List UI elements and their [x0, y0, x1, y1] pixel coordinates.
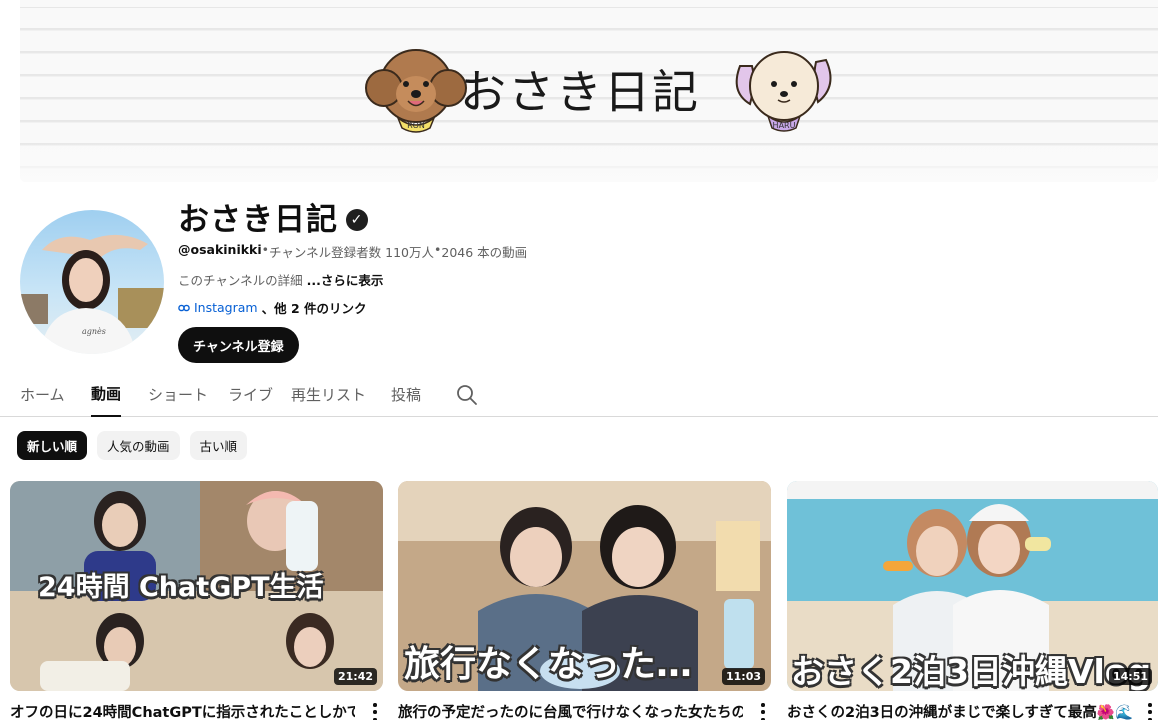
dog-collar-text: RON	[407, 121, 425, 130]
sort-chips: 新しい順 人気の動画 古い順	[17, 431, 248, 460]
tab-live[interactable]: ライブ	[228, 372, 273, 416]
channel-name: おさき日記 ✓	[178, 194, 368, 239]
video-card[interactable]: 24時間 ChatGPT生活 21:42 オフの日に24時間ChatGPTに指示…	[10, 481, 383, 720]
meta-separator: •	[261, 242, 270, 257]
video-thumbnail[interactable]: 旅行なくなった… 11:03	[398, 481, 771, 691]
other-links[interactable]: 、他 2 件のリンク	[262, 298, 367, 317]
chip-oldest[interactable]: 古い順	[189, 431, 248, 460]
dog-ron-illustration: RON	[365, 49, 467, 133]
tab-shorts[interactable]: ショート	[148, 372, 208, 416]
video-thumbnail[interactable]: 24時間 ChatGPT生活 21:42	[10, 481, 383, 691]
search-icon[interactable]	[456, 384, 478, 406]
channel-banner: RON おさき日記 HARU	[20, 0, 1158, 182]
avatar-photo: agnès	[20, 234, 164, 354]
video-duration: 21:42	[333, 668, 377, 685]
chip-popular[interactable]: 人気の動画	[97, 431, 180, 460]
dog-haru-illustration: HARU	[735, 51, 832, 132]
video-title[interactable]: おさくの2泊3日の沖縄がまじで楽しすぎて最高🌺🌊	[787, 701, 1132, 720]
more-vert-icon[interactable]	[1146, 703, 1154, 720]
video-duration: 14:51	[1108, 668, 1152, 685]
channel-meta: @osakinikki • チャンネル登録者数 110万人 • 2046 本の動…	[178, 242, 527, 261]
video-duration: 11:03	[721, 668, 765, 685]
thumbnail-caption: おさく2泊3日沖縄Vlog	[791, 652, 1152, 691]
thumbnail-caption: 旅行なくなった…	[404, 644, 693, 685]
tab-home[interactable]: ホーム	[20, 372, 65, 416]
instagram-link[interactable]: Instagram	[194, 300, 258, 315]
banner-title: おさき日記	[460, 65, 700, 119]
channel-name-text: おさき日記	[178, 202, 338, 238]
tab-videos[interactable]: 動画	[91, 372, 122, 417]
more-vert-icon[interactable]	[759, 703, 767, 720]
video-card[interactable]: 旅行なくなった… 11:03 旅行の予定だったのに台風で行けなくなった女たちの	[398, 481, 771, 720]
tab-playlists[interactable]: 再生リスト	[291, 372, 366, 416]
link-icon	[178, 304, 190, 311]
video-title[interactable]: 旅行の予定だったのに台風で行けなくなった女たちの	[398, 701, 743, 720]
video-count: 2046 本の動画	[441, 245, 528, 260]
video-card[interactable]: おさく2泊3日沖縄Vlog 14:51 おさくの2泊3日の沖縄がまじで楽しすぎて…	[787, 481, 1158, 720]
description-text: このチャンネルの詳細	[178, 273, 307, 288]
subscriber-count: チャンネル登録者数 110万人	[269, 245, 434, 260]
video-title[interactable]: オフの日に24時間ChatGPTに指示されたことしかでき	[10, 701, 355, 720]
subscribe-button[interactable]: チャンネル登録	[178, 327, 299, 363]
verified-check-icon: ✓	[346, 208, 368, 231]
show-more-link[interactable]: ...さらに表示	[307, 273, 384, 288]
channel-handle: @osakinikki	[178, 242, 262, 257]
more-vert-icon[interactable]	[371, 703, 379, 720]
video-thumbnail[interactable]: おさく2泊3日沖縄Vlog 14:51	[787, 481, 1158, 691]
channel-description[interactable]: このチャンネルの詳細 ...さらに表示	[178, 270, 383, 289]
thumbnail-caption: 24時間 ChatGPT生活	[38, 572, 324, 603]
dog-collar-text: HARU	[773, 121, 796, 130]
chip-newest[interactable]: 新しい順	[17, 431, 88, 460]
channel-tabs: ホーム 動画 ショート ライブ 再生リスト 投稿	[0, 372, 1158, 417]
meta-separator: •	[434, 242, 442, 257]
channel-avatar[interactable]: agnès	[20, 210, 164, 354]
channel-links: Instagram 、他 2 件のリンク	[178, 298, 367, 317]
svg-text:agnès: agnès	[82, 327, 106, 336]
tab-posts[interactable]: 投稿	[391, 372, 421, 416]
